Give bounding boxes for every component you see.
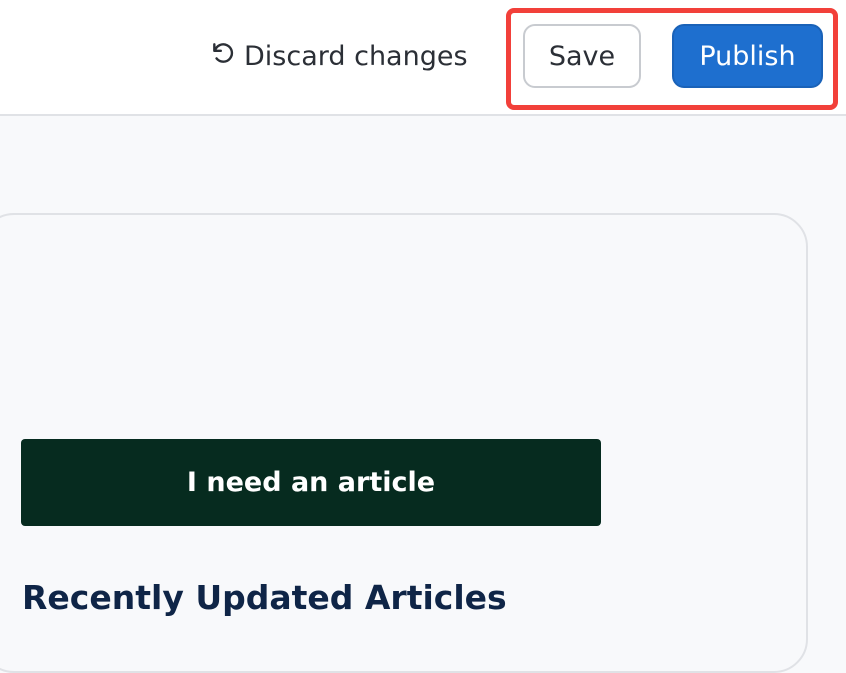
save-button[interactable]: Save — [523, 24, 641, 88]
recently-updated-articles-heading: Recently Updated Articles — [22, 578, 507, 617]
discard-changes-button[interactable]: Discard changes — [210, 36, 468, 76]
publish-button[interactable]: Publish — [672, 24, 823, 88]
discard-changes-label: Discard changes — [244, 40, 468, 72]
undo-icon — [210, 40, 236, 73]
top-toolbar: Discard changes Save Publish — [0, 0, 846, 116]
request-article-button[interactable]: I need an article — [21, 439, 601, 526]
